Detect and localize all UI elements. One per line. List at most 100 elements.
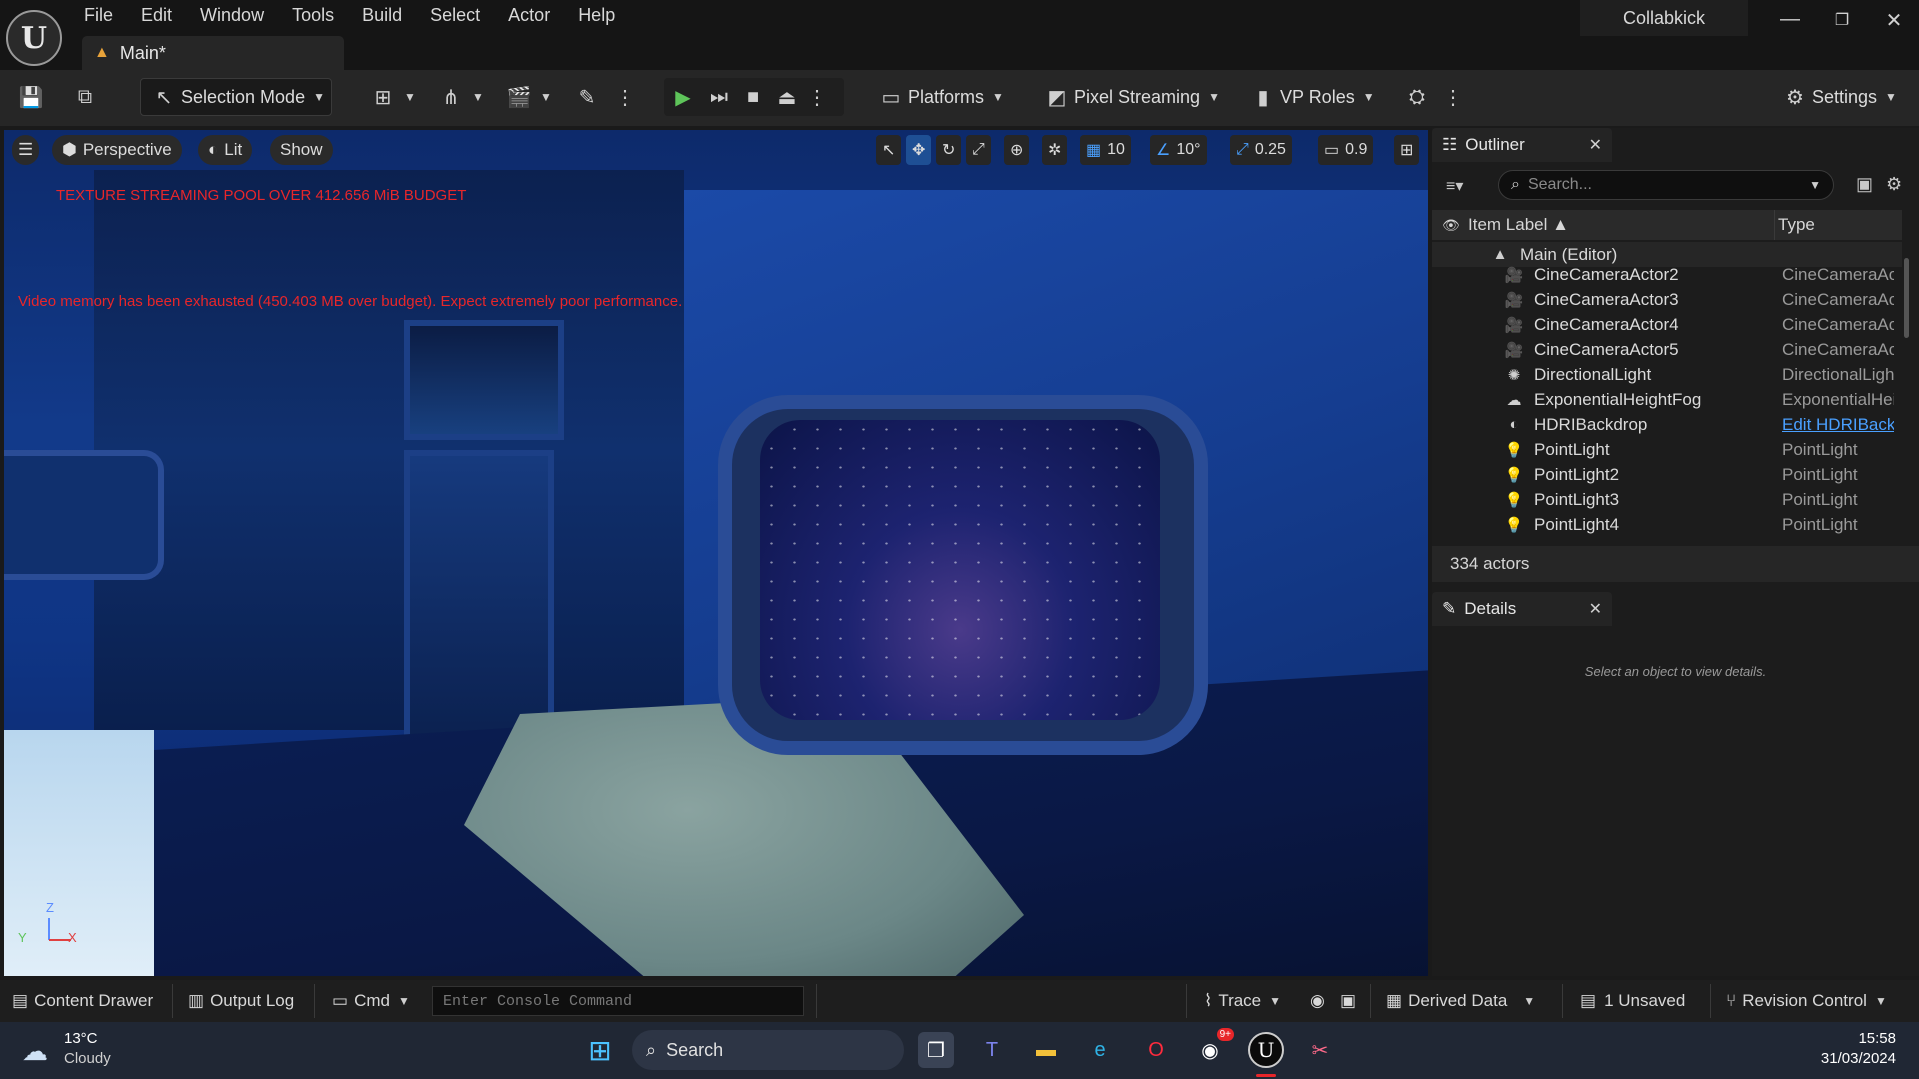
clock-time[interactable]: 15:58 (1840, 1030, 1896, 1047)
revision-control-button[interactable]: ⑂ Revision Control ▼ (1726, 986, 1887, 1016)
stop-icon[interactable]: ■ (740, 84, 766, 110)
platforms-button[interactable]: ▭ Platforms ▼ (878, 78, 1004, 116)
more-options-button[interactable]: ⋮ (612, 78, 638, 116)
rotation-snap-button[interactable]: ∠ 10° (1150, 135, 1207, 165)
more-options-button[interactable]: ⋮ (1440, 78, 1466, 116)
outliner-item-type[interactable]: Edit HDRIBack (1782, 415, 1894, 435)
menu-file[interactable]: File (70, 0, 127, 30)
unreal-logo-icon[interactable]: U (6, 10, 62, 66)
menu-window[interactable]: Window (186, 0, 278, 30)
vp-roles-button[interactable]: ▮ VP Roles ▼ (1250, 78, 1374, 116)
col-item-label[interactable]: Item Label ▲ (1468, 215, 1569, 235)
cmd-dropdown[interactable]: ▭ Cmd ▼ (332, 986, 410, 1016)
eject-icon[interactable]: ⏏ (774, 84, 800, 110)
viewport-menu-button[interactable]: ☰ (12, 135, 40, 165)
cinematics-button[interactable]: 🎬 ▼ (506, 78, 552, 116)
outliner-row[interactable]: 💡 PointLight PointLight (1432, 437, 1902, 462)
record-button[interactable]: ◉ (1310, 986, 1325, 1016)
perspective-button[interactable]: ⬢ Perspective (52, 135, 182, 165)
derived-data-button[interactable]: ▦ Derived Data ▼ (1386, 986, 1535, 1016)
windows-start-icon[interactable]: ⊞ (582, 1032, 618, 1068)
play-icon[interactable]: ▶ (670, 84, 696, 110)
content-drawer-button[interactable]: ▤ Content Drawer (12, 986, 153, 1016)
taskbar-search[interactable]: ⌕ Search (632, 1030, 904, 1070)
menu-select[interactable]: Select (416, 0, 494, 30)
scale-tool[interactable]: ⤢ (966, 135, 991, 165)
outliner-row[interactable]: 🎥 CineCameraActor2 CineCameraAc (1432, 262, 1902, 287)
blueprint-button[interactable]: ⋔ ▼ (438, 78, 484, 116)
level-viewport[interactable]: ☰ ⬢ Perspective ◐ Lit Show ↖ ✥ ↻ ⤢ ⊕ ✲ ▦… (4, 130, 1428, 976)
filter-button[interactable]: ≡▾ (1446, 176, 1463, 196)
add-actor-button[interactable]: ⊞ ▼ (370, 78, 416, 116)
col-type[interactable]: Type (1778, 215, 1815, 235)
world-local-toggle[interactable]: ⊕ (1004, 135, 1030, 165)
main-toolbar: 💾 ⧉ ↖ Selection Mode ▼ ⊞ ▼ ⋔ ▼ 🎬 ▼ ✎ ⋮ ▶ ⏭ … (0, 70, 1919, 126)
outliner-settings-button[interactable]: ⚙ (1886, 174, 1902, 195)
teams-icon[interactable]: T (974, 1032, 1010, 1068)
layout-button[interactable]: ⊞ (1394, 135, 1420, 165)
show-button[interactable]: Show (270, 135, 333, 165)
outliner-row[interactable]: ☁ ExponentialHeightFog ExponentialHei (1432, 387, 1902, 412)
outliner-row[interactable]: 🎥 CineCameraActor4 CineCameraAc (1432, 312, 1902, 337)
outliner-row[interactable]: 💡 PointLight2 PointLight (1432, 462, 1902, 487)
outliner-scrollbar[interactable] (1904, 258, 1909, 338)
browse-button[interactable]: ⧉ (72, 78, 98, 116)
unreal-engine-icon[interactable]: U (1248, 1032, 1284, 1068)
outliner-row[interactable]: ◐ HDRIBackdrop Edit HDRIBack (1432, 412, 1902, 437)
menu-tools[interactable]: Tools (278, 0, 348, 30)
opera-icon[interactable]: O (1138, 1032, 1174, 1068)
rotate-tool[interactable]: ↻ (936, 135, 962, 165)
session-button[interactable]: ⛭ (1404, 78, 1430, 116)
selection-mode-dropdown[interactable]: ↖ Selection Mode ▼ (140, 78, 332, 116)
output-log-button[interactable]: ▥ Output Log (188, 986, 294, 1016)
outliner-row[interactable]: ✺ DirectionalLight DirectionalLigh (1432, 362, 1902, 387)
minimize-icon[interactable]: — (1775, 8, 1805, 31)
lit-button[interactable]: ◐ Lit (198, 135, 253, 165)
translate-tool[interactable]: ✥ (906, 135, 932, 165)
divider (172, 984, 173, 1018)
task-view-icon[interactable]: ❐ (918, 1032, 954, 1068)
surface-snap-toggle[interactable]: ✲ (1042, 135, 1068, 165)
weather-temp[interactable]: 13°C (64, 1030, 98, 1047)
clock-date[interactable]: 31/03/2024 (1808, 1050, 1896, 1067)
unsaved-button[interactable]: ▤ 1 Unsaved (1580, 986, 1685, 1016)
camera-speed-button[interactable]: ▭ 0.9 (1318, 135, 1374, 165)
menu-help[interactable]: Help (564, 0, 629, 30)
pixel-streaming-button[interactable]: ◩ Pixel Streaming ▼ (1044, 78, 1220, 116)
snapshot-button[interactable]: ▣ (1340, 986, 1356, 1016)
close-icon[interactable]: ✕ (1589, 135, 1602, 155)
document-tab[interactable]: ▲ Main* (82, 36, 344, 70)
save-button[interactable]: 💾 (18, 78, 44, 116)
add-folder-button[interactable]: ▣ (1856, 174, 1873, 195)
step-icon[interactable]: ⏭ (706, 84, 732, 110)
visibility-icon[interactable]: 👁 (1442, 217, 1460, 234)
outliner-row[interactable]: 🎥 CineCameraActor3 CineCameraAc (1432, 287, 1902, 312)
outliner-row[interactable]: 💡 PointLight4 PointLight (1432, 512, 1902, 537)
close-icon[interactable]: ✕ (1879, 8, 1909, 33)
settings-button[interactable]: ⚙ Settings ▼ (1782, 78, 1897, 116)
file-explorer-icon[interactable]: ▬ (1028, 1032, 1064, 1068)
grid-snap-button[interactable]: ▦ 10 (1080, 135, 1131, 165)
console-command-input[interactable]: Enter Console Command (432, 986, 804, 1016)
details-tab[interactable]: ✎ Details ✕ (1432, 592, 1612, 626)
discord-icon[interactable]: ◉ 9+ (1192, 1028, 1234, 1068)
outliner-row[interactable]: 🎥 CineCameraActor5 CineCameraAc (1432, 337, 1902, 362)
outliner-row[interactable]: 💡 PointLight3 PointLight (1432, 487, 1902, 512)
close-icon[interactable]: ✕ (1589, 599, 1602, 619)
menu-edit[interactable]: Edit (127, 0, 186, 30)
snipping-tool-icon[interactable]: ✂ (1302, 1032, 1338, 1068)
kebab-icon[interactable]: ⋮ (804, 84, 830, 110)
edge-icon[interactable]: e (1082, 1032, 1118, 1068)
modes-button[interactable]: ✎ (574, 78, 600, 116)
select-tool[interactable]: ↖ (876, 135, 902, 165)
weather-desc[interactable]: Cloudy (64, 1050, 111, 1067)
camera-icon: ▭ (1324, 142, 1340, 159)
outliner-search-input[interactable]: ⌕ Search... ▼ (1498, 170, 1834, 200)
divider (1710, 984, 1711, 1018)
scale-snap-button[interactable]: ⤢ 0.25 (1230, 135, 1292, 165)
outliner-tab[interactable]: ☷ Outliner ✕ (1432, 128, 1612, 162)
menu-actor[interactable]: Actor (494, 0, 564, 30)
menu-build[interactable]: Build (348, 0, 416, 30)
restore-icon[interactable]: ❐ (1827, 10, 1857, 30)
trace-button[interactable]: ⌇ Trace ▼ (1204, 986, 1281, 1016)
